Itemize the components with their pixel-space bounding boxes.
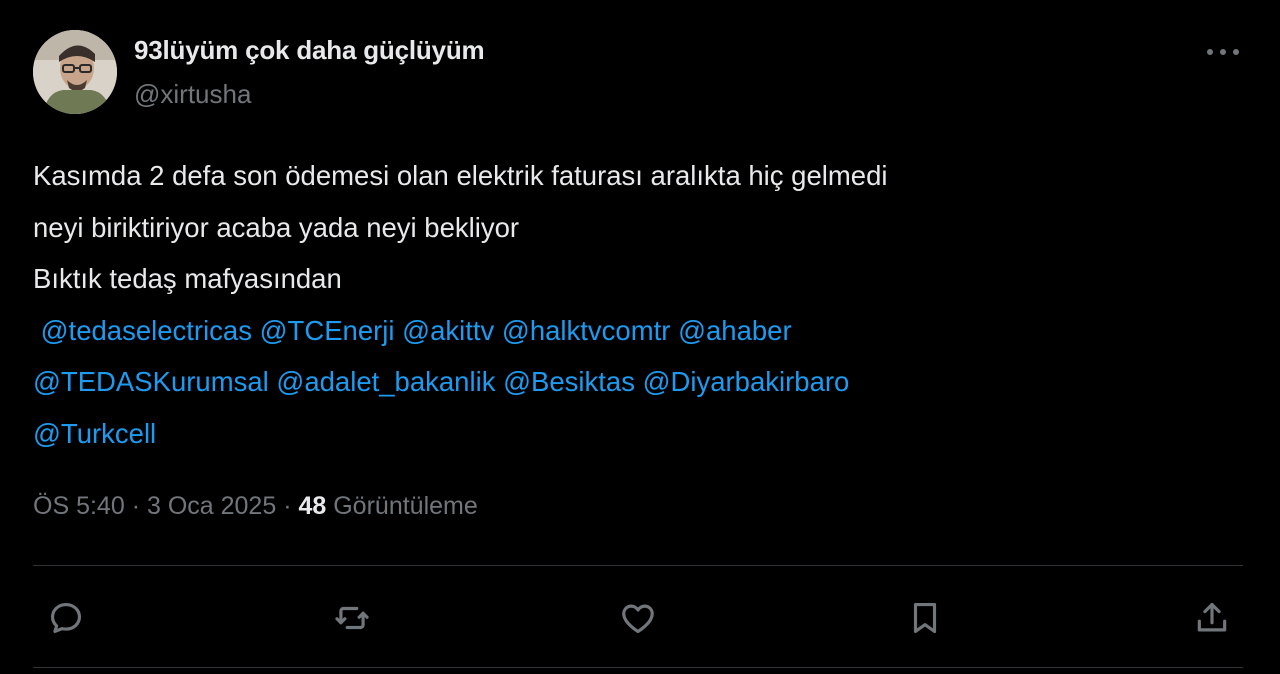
views-label: Görüntüleme — [333, 492, 478, 520]
author-handle[interactable]: @xirtusha — [134, 79, 251, 110]
divider — [33, 565, 1243, 566]
mention-link[interactable]: @TEDASKurumsal — [33, 366, 269, 397]
like-button[interactable] — [613, 593, 663, 643]
share-icon — [1197, 602, 1227, 632]
author-display-name[interactable]: 93lüyüm çok daha güçlüyüm — [134, 35, 485, 66]
tweet-text-line: neyi biriktiriyor acaba yada neyi bekliy… — [33, 211, 520, 243]
reply-icon — [50, 602, 82, 634]
tweet-text-line: Bıktık tedaş mafyasından — [33, 263, 342, 294]
tweet-meta: ÖS 5:40 · 3 Oca 2025 · 48 Görüntüleme — [33, 492, 478, 521]
tweet-detail: 93lüyüm çok daha güçlüyüm @xirtusha Kası… — [0, 0, 1280, 674]
mentions-line: @Turkcell — [33, 408, 1233, 460]
retweet-button[interactable] — [327, 593, 377, 643]
tweet-text: Kasımda 2 defa son ödemesi olan elektrik… — [33, 150, 1233, 459]
retweet-icon — [335, 606, 369, 630]
reply-button[interactable] — [41, 593, 91, 643]
mentions-line: @tedaselectricas @TCEnerji @akittv @halk… — [33, 305, 1233, 357]
views-count: 48 — [298, 492, 327, 520]
avatar-photo — [33, 30, 117, 114]
mention-link[interactable]: @Besiktas — [503, 366, 635, 397]
mention-link[interactable]: @TCEnerji — [260, 315, 395, 346]
mention-link[interactable]: @ahaber — [678, 315, 792, 346]
mention-link[interactable]: @Turkcell — [33, 418, 156, 449]
avatar[interactable] — [33, 30, 117, 114]
meta-separator: · — [131, 492, 141, 520]
like-icon — [622, 604, 654, 634]
tweet-time[interactable]: ÖS 5:40 — [33, 492, 125, 520]
bookmark-button[interactable] — [900, 593, 950, 643]
tweet-text-line: Kasımda 2 defa son ödemesi olan elektrik… — [33, 160, 888, 191]
divider — [33, 667, 1243, 668]
more-horizontal-icon — [1207, 49, 1239, 55]
tweet-date[interactable]: 3 Oca 2025 — [147, 492, 276, 520]
mention-link[interactable]: @tedaselectricas — [41, 315, 252, 346]
mention-link[interactable]: @adalet_bakanlik — [276, 366, 495, 397]
mention-link[interactable]: @akittv — [402, 315, 494, 346]
more-options-button[interactable] — [1200, 34, 1246, 70]
mention-link[interactable]: @halktvcomtr — [502, 315, 671, 346]
meta-separator: · — [283, 492, 292, 520]
mention-link[interactable]: @Diyarbakirbaro — [643, 366, 850, 397]
bookmark-icon — [913, 602, 937, 634]
share-button[interactable] — [1187, 593, 1237, 643]
mentions-line: @TEDASKurumsal @adalet_bakanlik @Besikta… — [33, 356, 1233, 408]
